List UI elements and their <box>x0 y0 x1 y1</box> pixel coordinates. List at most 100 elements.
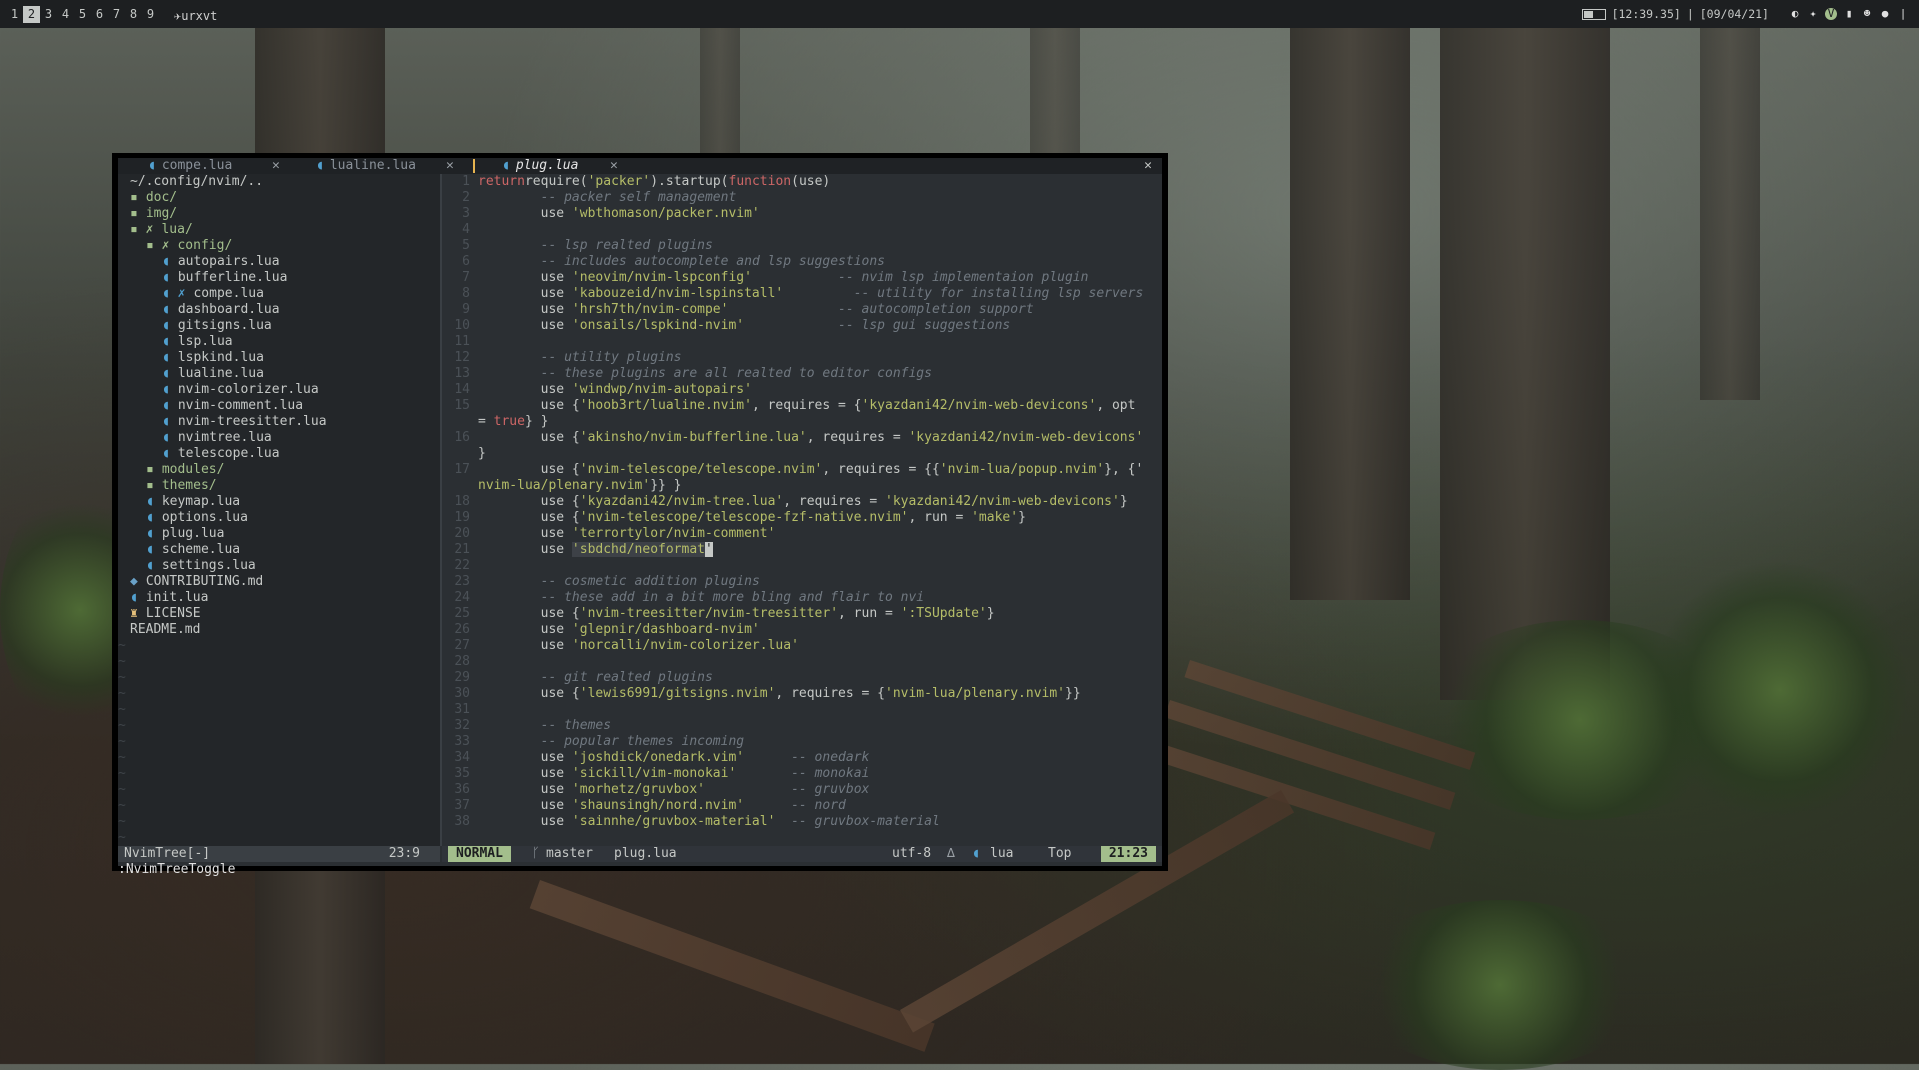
code-line[interactable]: 35 use 'sickill/vim-monokai' -- monokai <box>442 766 1162 782</box>
code-line[interactable]: 13 -- these plugins are all realted to e… <box>442 366 1162 382</box>
code-line[interactable]: 14 use 'windwp/nvim-autopairs' <box>442 382 1162 398</box>
tree-file[interactable]: ◖ gitsigns.lua <box>162 318 272 334</box>
tab-lualine[interactable]: ◖ lualine.lua ✕ <box>316 158 454 174</box>
tab-plug[interactable]: ◖ plug.lua ✕ <box>502 158 632 174</box>
tree-file[interactable]: ◖ settings.lua <box>146 558 256 574</box>
code-line[interactable]: 26 use 'glepnir/dashboard-nvim' <box>442 622 1162 638</box>
tree-folder[interactable]: ▪ modules/ <box>146 462 224 478</box>
close-icon[interactable]: ✕ <box>446 158 454 174</box>
code-line[interactable]: 18 use {'kyazdani42/nvim-tree.lua', requ… <box>442 494 1162 510</box>
tree-root-path[interactable]: ~/.config/nvim/.. <box>130 174 263 190</box>
code-line[interactable]: 8 use 'kabouzeid/nvim-lspinstall' -- uti… <box>442 286 1162 302</box>
workspace-button-5[interactable]: 5 <box>74 6 91 23</box>
nvim-tree-panel[interactable]: ~/.config/nvim/.. ▪ doc/▪ img/▪ ✗ lua/▪ ✗ con… <box>118 174 440 846</box>
tree-file[interactable]: ◖ bufferline.lua <box>162 270 287 286</box>
code-line[interactable]: 37 use 'shaunsingh/nord.nvim' -- nord <box>442 798 1162 814</box>
code-line[interactable]: 32 -- themes <box>442 718 1162 734</box>
tree-folder[interactable]: ▪ img/ <box>130 206 177 222</box>
close-icon[interactable]: ✕ <box>610 158 618 174</box>
code-line[interactable]: 15 use {'hoob3rt/lualine.nvim', requires… <box>442 398 1162 414</box>
tree-folder[interactable]: ▪ ✗ config/ <box>146 238 232 254</box>
code-line[interactable]: nvim-lua/plenary.nvim'}} } <box>442 478 1162 494</box>
code-line[interactable]: 28 <box>442 654 1162 670</box>
workspace-button-7[interactable]: 7 <box>108 6 125 23</box>
tree-file[interactable]: ◖ scheme.lua <box>146 542 240 558</box>
code-line[interactable]: 16 use {'akinsho/nvim-bufferline.lua', r… <box>442 430 1162 446</box>
github-icon[interactable]: ● <box>1879 8 1891 20</box>
workspace-button-9[interactable]: 9 <box>142 6 159 23</box>
neovim-editor[interactable]: ◖ compe.lua ✕ ◖ lualine.lua ✕ ◖ plug.lua ✕ … <box>118 158 1162 877</box>
tree-file[interactable]: ◖ keymap.lua <box>146 494 240 510</box>
close-icon[interactable]: ✕ <box>1144 158 1152 174</box>
code-line[interactable]: 27 use 'norcalli/nvim-colorizer.lua' <box>442 638 1162 654</box>
code-line[interactable]: 9 use 'hrsh7th/nvim-compe' -- autocomple… <box>442 302 1162 318</box>
tree-file[interactable]: ◖ nvim-colorizer.lua <box>162 382 319 398</box>
code-line[interactable]: 5 -- lsp realted plugins <box>442 238 1162 254</box>
tree-file[interactable]: ◖ dashboard.lua <box>162 302 280 318</box>
code-line[interactable]: 23 -- cosmetic addition plugins <box>442 574 1162 590</box>
workspace-button-8[interactable]: 8 <box>125 6 142 23</box>
code-line[interactable]: 1 returnrequire('packer').startup(functio… <box>442 174 1162 190</box>
tree-file[interactable]: ◖ nvim-treesitter.lua <box>162 414 327 430</box>
tree-file[interactable]: ◆ CONTRIBUTING.md <box>130 574 263 590</box>
code-line[interactable]: 17 use {'nvim-telescope/telescope.nvim',… <box>442 462 1162 478</box>
code-line[interactable]: 29 -- git realted plugins <box>442 670 1162 686</box>
code-line[interactable]: 19 use {'nvim-telescope/telescope-fzf-na… <box>442 510 1162 526</box>
code-line[interactable]: 21 use 'sbdchd/neoformat' <box>442 542 1162 558</box>
vpn-icon[interactable]: V <box>1825 8 1837 20</box>
workspace-button-4[interactable]: 4 <box>57 6 74 23</box>
tree-file[interactable]: ◖ autopairs.lua <box>162 254 280 270</box>
tree-folder[interactable]: ▪ themes/ <box>146 478 217 494</box>
code-buffer[interactable]: 1 returnrequire('packer').startup(functio… <box>442 174 1162 846</box>
tree-file[interactable]: ◖ lsp.lua <box>162 334 233 350</box>
code-line[interactable]: 4 <box>442 222 1162 238</box>
tab-compe[interactable]: ◖ compe.lua ✕ <box>148 158 280 174</box>
moon-icon[interactable]: ◐ <box>1789 8 1801 20</box>
code-line[interactable]: 6 -- includes autocomplete and lsp sugge… <box>442 254 1162 270</box>
tree-file[interactable]: ◖ options.lua <box>146 510 248 526</box>
command-line[interactable]: :NvimTreeToggle <box>118 862 1162 878</box>
tree-file[interactable]: ◖ ✗ compe.lua <box>162 286 264 302</box>
code-line[interactable]: 7 use 'neovim/nvim-lspconfig' -- nvim ls… <box>442 270 1162 286</box>
workspace-button-2[interactable]: 2 <box>23 6 40 23</box>
code-line[interactable]: 12 -- utility plugins <box>442 350 1162 366</box>
code-line[interactable]: 10 use 'onsails/lspkind-nvim' -- lsp gui… <box>442 318 1162 334</box>
code-line[interactable]: 20 use 'terrortylor/nvim-comment' <box>442 526 1162 542</box>
phone-icon[interactable]: ▮ <box>1843 8 1855 20</box>
tree-file[interactable]: ◖ lualine.lua <box>162 366 264 382</box>
wrench-icon[interactable]: ✦ <box>1807 8 1819 20</box>
code-line[interactable]: 11 <box>442 334 1162 350</box>
tree-file[interactable]: ◖ nvim-comment.lua <box>162 398 303 414</box>
code-line[interactable]: 38 use 'sainnhe/gruvbox-material' -- gru… <box>442 814 1162 830</box>
code-line[interactable]: 3 use 'wbthomason/packer.nvim' <box>442 206 1162 222</box>
lua-icon: ◖ <box>146 558 154 573</box>
code-line[interactable]: 2 -- packer self management <box>442 190 1162 206</box>
tree-file[interactable]: ♜ LICENSE <box>130 606 201 622</box>
urxvt-window[interactable]: ◖ compe.lua ✕ ◖ lualine.lua ✕ ◖ plug.lua ✕ … <box>112 153 1168 877</box>
code-line[interactable]: 31 <box>442 702 1162 718</box>
power-icon[interactable]: | <box>1897 8 1909 20</box>
code-line[interactable]: 25 use {'nvim-treesitter/nvim-treesitter… <box>442 606 1162 622</box>
tree-folder[interactable]: ▪ doc/ <box>130 190 177 206</box>
code-token: use <box>478 270 572 285</box>
discord-icon[interactable]: ☻ <box>1861 8 1873 20</box>
workspace-button-1[interactable]: 1 <box>6 6 23 23</box>
tree-file[interactable]: README.md <box>130 622 200 638</box>
tree-file[interactable]: ◖ telescope.lua <box>162 446 280 462</box>
tree-folder[interactable]: ▪ ✗ lua/ <box>130 222 193 238</box>
workspace-button-3[interactable]: 3 <box>40 6 57 23</box>
code-line[interactable]: = true} } <box>442 414 1162 430</box>
workspace-button-6[interactable]: 6 <box>91 6 108 23</box>
code-line[interactable]: 24 -- these add in a bit more bling and … <box>442 590 1162 606</box>
code-line[interactable]: 30 use {'lewis6991/gitsigns.nvim', requi… <box>442 686 1162 702</box>
code-line[interactable]: 36 use 'morhetz/gruvbox' -- gruvbox <box>442 782 1162 798</box>
tree-file[interactable]: ◖ plug.lua <box>146 526 224 542</box>
code-line[interactable]: 34 use 'joshdick/onedark.vim' -- onedark <box>442 750 1162 766</box>
code-line[interactable]: 33 -- popular themes incoming <box>442 734 1162 750</box>
code-line[interactable]: 22 <box>442 558 1162 574</box>
tree-file[interactable]: ◖ init.lua <box>130 590 208 606</box>
tree-file[interactable]: ◖ lspkind.lua <box>162 350 264 366</box>
code-line[interactable]: } <box>442 446 1162 462</box>
tree-file[interactable]: ◖ nvimtree.lua <box>162 430 272 446</box>
close-icon[interactable]: ✕ <box>272 158 280 174</box>
